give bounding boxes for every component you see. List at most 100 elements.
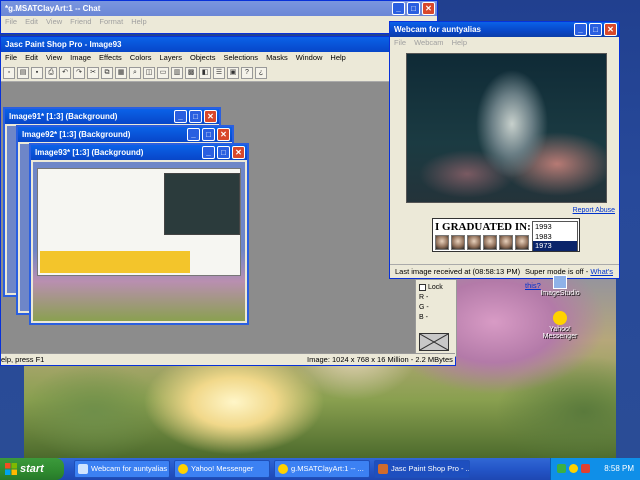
- full-screen-icon[interactable]: ▭: [157, 66, 169, 79]
- menu-file[interactable]: File: [5, 52, 17, 64]
- menu-friend[interactable]: Friend: [70, 16, 91, 28]
- menu-edit[interactable]: Edit: [25, 16, 38, 28]
- menu-colors[interactable]: Colors: [130, 52, 152, 64]
- report-abuse-link[interactable]: Report Abuse: [573, 207, 615, 214]
- psp-window[interactable]: Jasc Paint Shop Pro - Image93 _ □ ✕ File…: [0, 36, 457, 366]
- menu-help[interactable]: Help: [131, 16, 146, 28]
- year-option[interactable]: 1993: [533, 222, 577, 232]
- browse-icon[interactable]: ◫: [143, 66, 155, 79]
- clock: 8:58 PM: [604, 464, 634, 473]
- maximize-button[interactable]: □: [217, 146, 230, 159]
- undo-icon[interactable]: ↶: [59, 66, 71, 79]
- close-button[interactable]: ✕: [422, 2, 435, 15]
- close-button[interactable]: ✕: [232, 146, 245, 159]
- year-option-selected[interactable]: 1973: [533, 241, 577, 251]
- minimize-button[interactable]: _: [574, 23, 587, 36]
- antivirus-icon[interactable]: [581, 464, 590, 473]
- menu-file[interactable]: File: [5, 16, 17, 28]
- maximize-button[interactable]: □: [202, 128, 215, 141]
- yahoo-tray-icon[interactable]: [569, 464, 578, 473]
- desktop-icon-yahoo-messenger[interactable]: Yahoo! Messenger: [540, 311, 580, 340]
- psp-titlebar[interactable]: Jasc Paint Shop Pro - Image93 _ □ ✕: [1, 37, 455, 52]
- close-button[interactable]: ✕: [204, 110, 217, 123]
- face-photo: [451, 235, 465, 250]
- image-canvas[interactable]: [33, 162, 245, 321]
- paste-icon[interactable]: ▦: [115, 66, 127, 79]
- menu-help[interactable]: Help: [330, 52, 345, 64]
- channel-r: R -: [419, 294, 429, 301]
- histogram-icon[interactable]: ▥: [171, 66, 183, 79]
- start-button[interactable]: start: [0, 458, 64, 480]
- maximize-button[interactable]: □: [589, 23, 602, 36]
- webcam-icon: [78, 464, 88, 474]
- year-listbox[interactable]: 1993 1983 1973: [532, 221, 578, 251]
- ad-title: I GRADUATED IN:: [435, 221, 531, 233]
- webcam-window[interactable]: Webcam for auntyalias _ □ ✕ File Webcam …: [389, 21, 620, 290]
- image-window-titlebar[interactable]: Image92* [1:3] (Background) _ □ ✕: [18, 127, 232, 142]
- cut-icon[interactable]: ✂: [87, 66, 99, 79]
- chat-menubar: File Edit View Friend Format Help: [1, 16, 437, 28]
- taskbar-button-label: Yahoo! Messenger: [191, 464, 254, 473]
- layers-icon[interactable]: ☰: [213, 66, 225, 79]
- chat-titlebar[interactable]: *g.MSATClayArt:1 -- Chat _ □ ✕: [1, 1, 437, 16]
- minimize-button[interactable]: _: [187, 128, 200, 141]
- menu-image[interactable]: Image: [70, 52, 91, 64]
- print-icon[interactable]: ⎙: [45, 66, 57, 79]
- menu-file[interactable]: File: [394, 37, 406, 49]
- lock-row[interactable]: Lock: [419, 283, 453, 293]
- taskbar-button-psp[interactable]: Jasc Paint Shop Pro - ...: [374, 460, 470, 478]
- color-swatch-icon[interactable]: [419, 333, 449, 351]
- taskbar-button-chat[interactable]: g.MSATClayArt:1 -- ...: [274, 460, 370, 478]
- tool-options-icon[interactable]: ◧: [199, 66, 211, 79]
- image-window-titlebar[interactable]: Image91* [1:3] (Background) _ □ ✕: [5, 109, 219, 124]
- menu-window[interactable]: Window: [296, 52, 323, 64]
- close-button[interactable]: ✕: [604, 23, 617, 36]
- redo-icon[interactable]: ↷: [73, 66, 85, 79]
- overview-icon[interactable]: ▣: [227, 66, 239, 79]
- open-folder-icon[interactable]: ▤: [17, 66, 29, 79]
- menu-format[interactable]: Format: [99, 16, 123, 28]
- layers-panel: Lock R - G - B -: [415, 279, 457, 357]
- menu-help[interactable]: Help: [452, 37, 467, 49]
- menu-masks[interactable]: Masks: [266, 52, 288, 64]
- menu-selections[interactable]: Selections: [223, 52, 258, 64]
- menu-view[interactable]: View: [46, 16, 62, 28]
- webcam-title: Webcam for auntyalias: [394, 25, 481, 34]
- minimize-button[interactable]: _: [202, 146, 215, 159]
- minimize-button[interactable]: _: [174, 110, 187, 123]
- ad-faces: [435, 235, 529, 250]
- network-icon[interactable]: [557, 464, 566, 473]
- taskbar-button-webcam[interactable]: Webcam for auntyalias: [74, 460, 170, 478]
- color-palette-icon[interactable]: ▩: [185, 66, 197, 79]
- minimize-button[interactable]: _: [392, 2, 405, 15]
- menu-edit[interactable]: Edit: [25, 52, 38, 64]
- menu-webcam[interactable]: Webcam: [414, 37, 443, 49]
- zoom-icon[interactable]: ⌕: [129, 66, 141, 79]
- graduation-ad[interactable]: I GRADUATED IN: 1993 1983 1973: [432, 218, 580, 252]
- webcam-titlebar[interactable]: Webcam for auntyalias _ □ ✕: [390, 22, 619, 37]
- channel-g: G -: [419, 304, 429, 311]
- taskbar-button-yahoo[interactable]: Yahoo! Messenger: [174, 460, 270, 478]
- maximize-button[interactable]: □: [189, 110, 202, 123]
- close-button[interactable]: ✕: [217, 128, 230, 141]
- last-image-status: Last image received at (08:58:13 PM): [395, 267, 521, 276]
- desktop-icon-imagestudio[interactable]: ImageStudio: [540, 275, 580, 297]
- year-option[interactable]: 1983: [533, 232, 577, 242]
- menu-view[interactable]: View: [46, 52, 62, 64]
- psp-menubar: File Edit View Image Effects Colors Laye…: [1, 52, 455, 64]
- new-file-icon[interactable]: ▫: [3, 66, 15, 79]
- save-icon[interactable]: ▪: [31, 66, 43, 79]
- copy-icon[interactable]: ⧉: [101, 66, 113, 79]
- menu-effects[interactable]: Effects: [99, 52, 122, 64]
- lock-checkbox[interactable]: [419, 283, 426, 291]
- image-window-93[interactable]: Image93* [1:3] (Background) _ □ ✕: [29, 143, 249, 325]
- thumbnail-ad-banner: [40, 251, 190, 273]
- maximize-button[interactable]: □: [407, 2, 420, 15]
- webcam-status-bar: Last image received at (08:58:13 PM) Sup…: [390, 264, 619, 290]
- help-icon[interactable]: ?: [241, 66, 253, 79]
- menu-objects[interactable]: Objects: [190, 52, 215, 64]
- context-help-icon[interactable]: ¿: [255, 66, 267, 79]
- image-window-titlebar[interactable]: Image93* [1:3] (Background) _ □ ✕: [31, 145, 247, 160]
- chat-window[interactable]: *g.MSATClayArt:1 -- Chat _ □ ✕ File Edit…: [0, 0, 438, 34]
- menu-layers[interactable]: Layers: [160, 52, 183, 64]
